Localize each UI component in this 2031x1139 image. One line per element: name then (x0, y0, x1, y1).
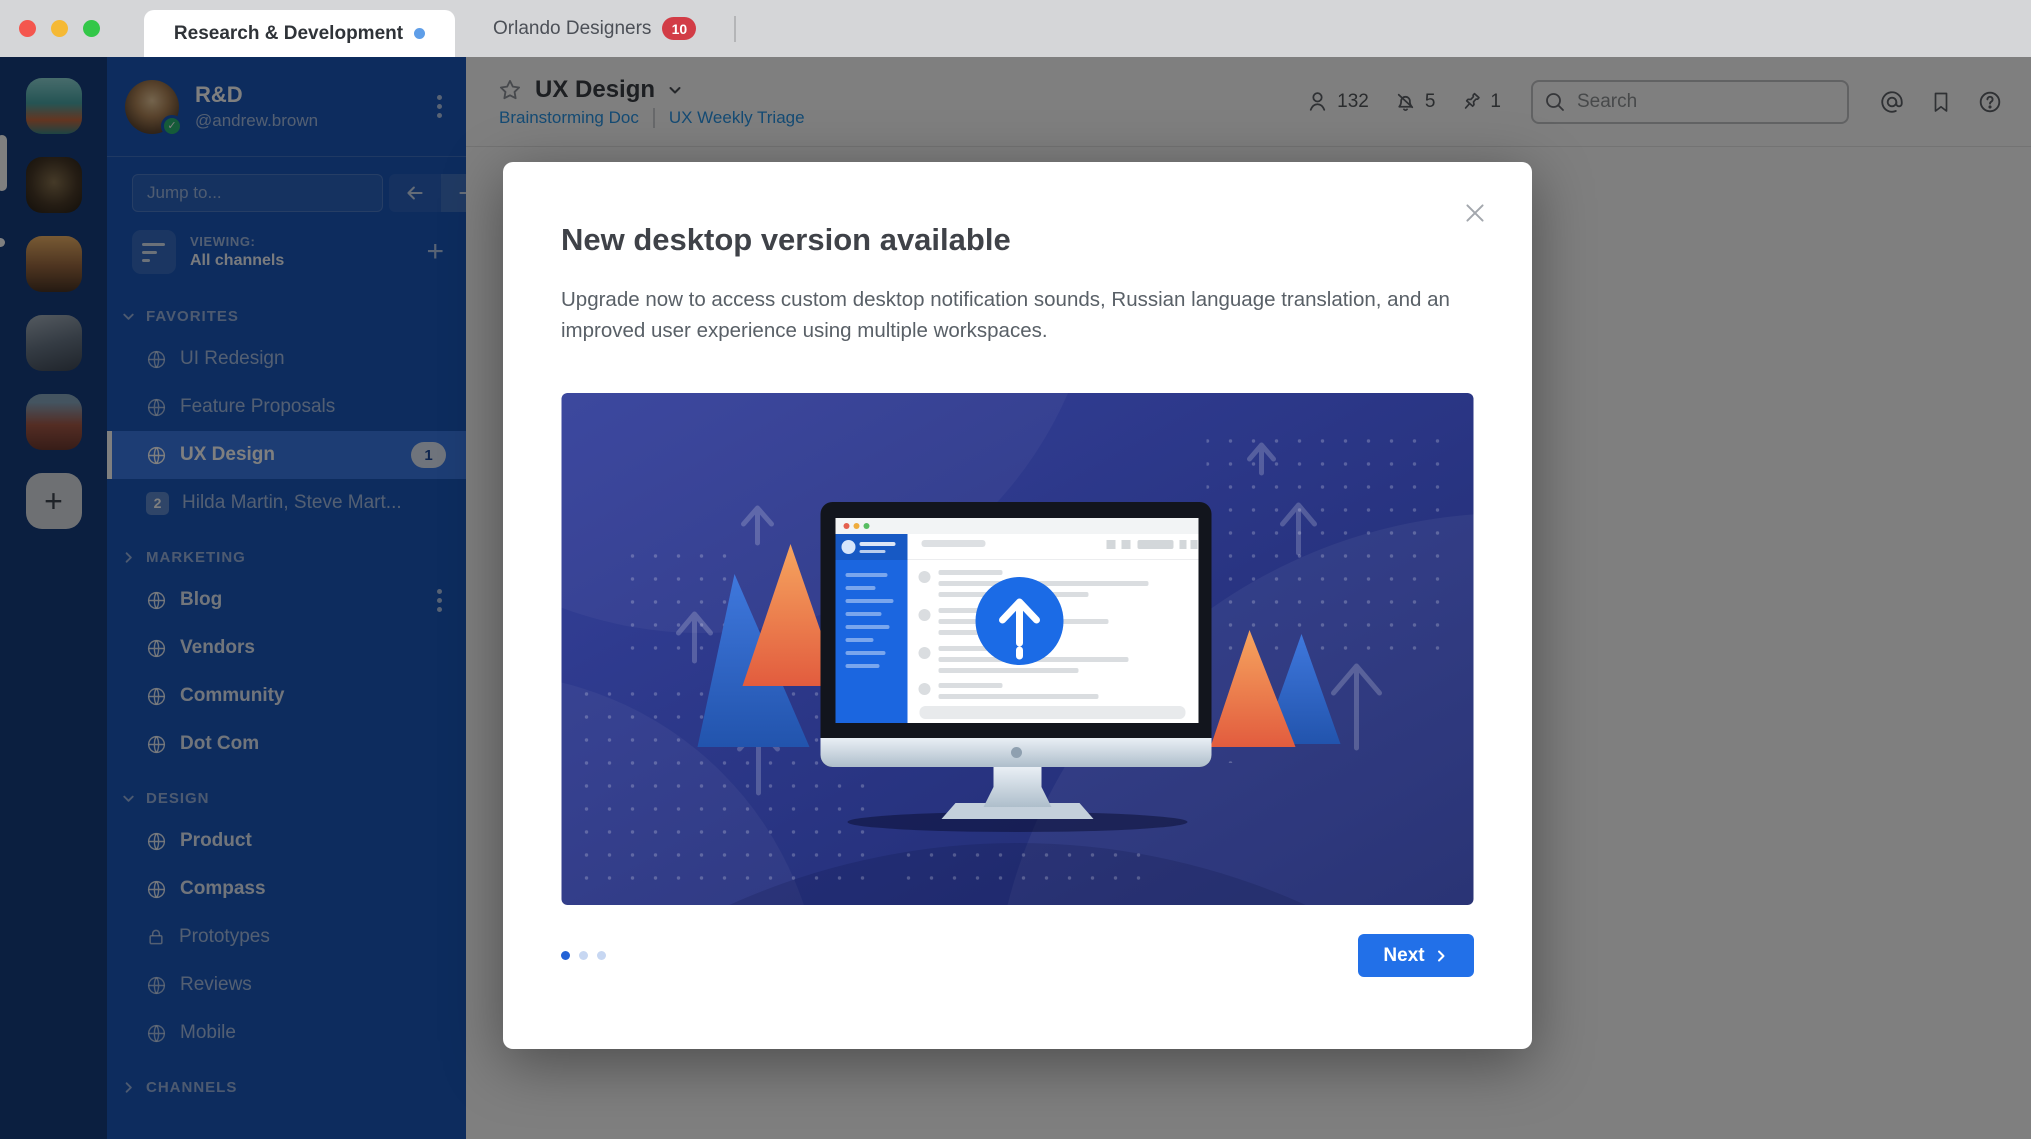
desktop-upgrade-graphic (561, 393, 1474, 905)
close-icon (1466, 204, 1484, 222)
pagination-dot-1[interactable] (561, 951, 570, 960)
tab-divider (734, 15, 737, 42)
upgrade-modal: New desktop version available Upgrade no… (503, 162, 1532, 1049)
upgrade-illustration (561, 393, 1474, 905)
pagination-dot-3[interactable] (597, 951, 606, 960)
pagination-dots (561, 951, 606, 960)
tab-orlando-designers[interactable]: Orlando Designers 10 (455, 0, 734, 57)
close-window-button[interactable] (19, 20, 36, 37)
tab-research-development[interactable]: Research & Development (144, 10, 455, 57)
window-titlebar: Research & Development Orlando Designers 1… (0, 0, 2031, 57)
chevron-right-icon (1437, 950, 1445, 961)
window-tabs: Research & Development Orlando Designers 1… (144, 0, 737, 57)
traffic-lights (0, 0, 118, 57)
modal-footer: Next (561, 934, 1474, 977)
close-modal-button[interactable] (1456, 194, 1494, 232)
pagination-dot-2[interactable] (579, 951, 588, 960)
modal-title: New desktop version available (561, 222, 1011, 257)
minimize-window-button[interactable] (51, 20, 68, 37)
modal-body-text: Upgrade now to access custom desktop not… (561, 288, 1450, 342)
tab-unread-badge: 10 (662, 17, 697, 40)
zoom-window-button[interactable] (83, 20, 100, 37)
tab-unread-dot (414, 28, 426, 39)
next-button[interactable]: Next (1358, 934, 1474, 977)
